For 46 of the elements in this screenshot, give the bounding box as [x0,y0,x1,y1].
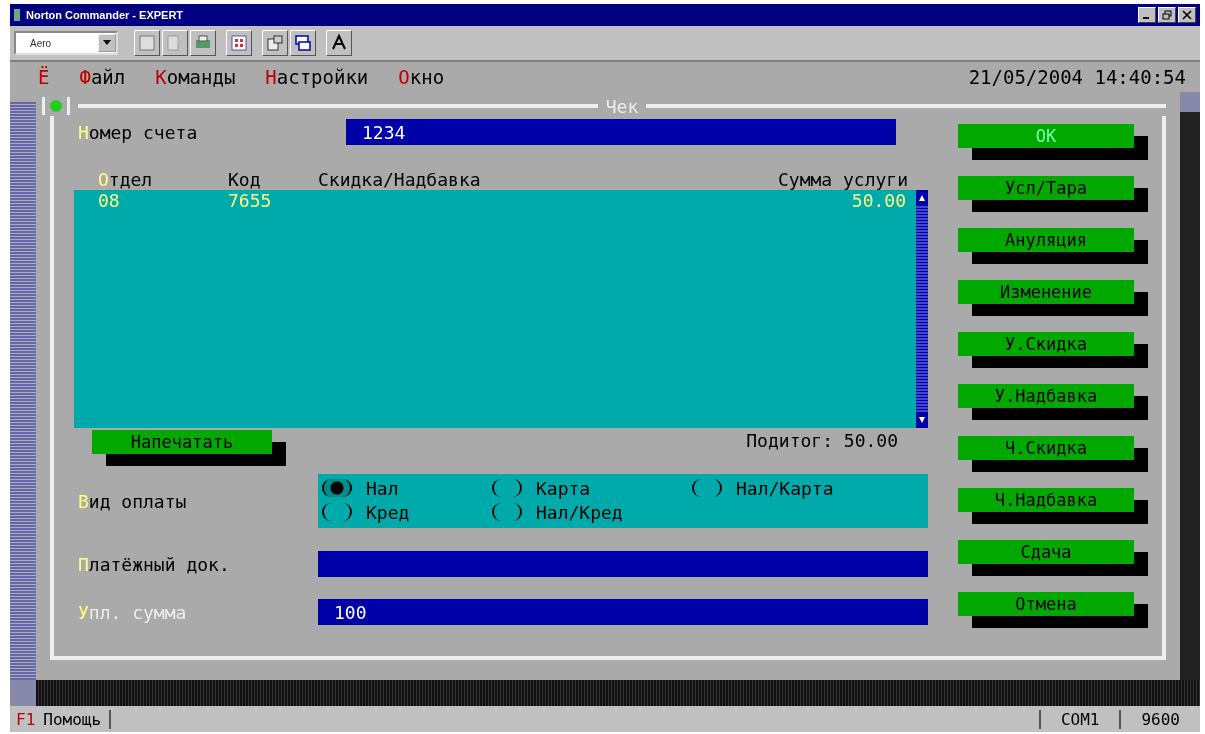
menu-item[interactable]: Файл [79,66,126,88]
minimize-icon[interactable] [1138,7,1156,23]
radio-option[interactable]: Нал/Карта [688,476,914,500]
column-header: Сумма услуги [776,169,908,190]
font-select[interactable]: Aero [14,31,118,55]
restore-icon[interactable] [1158,7,1176,23]
clock: 21/05/2004 14:40:54 [968,66,1186,88]
amount-field[interactable]: 100 [318,599,928,625]
status-item: 9600 [1119,709,1200,729]
document-field[interactable] [318,551,928,577]
radio-option[interactable]: Нал/Кред [488,500,688,524]
menu-item[interactable]: Настройки [265,66,369,88]
column-header: Отдел [98,169,154,190]
dialog-title: Чек [605,95,639,117]
window-icon[interactable] [134,30,160,56]
status-item: COM1 [1038,709,1120,729]
column-header: Код [228,169,262,190]
function-key: F1 [10,709,44,729]
subtotal-text: Подитог: 50.00 [746,430,898,451]
table-cell-text: 08 [98,190,121,212]
font-icon[interactable] [326,30,352,56]
column-header: Скидка/Надбавка [318,169,482,190]
field-label: Номер счета [78,121,199,143]
grid-icon[interactable] [226,30,252,56]
close-icon[interactable] [1178,7,1196,23]
table-cell-text: 50.00 [850,190,906,212]
menu-item[interactable]: Окно [398,66,445,88]
app-icon [14,9,20,21]
field-label: Платёжный док. [78,553,231,575]
scrollbar[interactable] [916,190,928,428]
dropdown-icon[interactable] [98,34,116,52]
radio-option[interactable]: Нал [318,476,488,500]
radio-icon[interactable] [322,479,352,497]
account-field[interactable]: 1234 [346,119,896,145]
window-title: Norton Commander - EXPERT [26,9,185,21]
table-cell-text: 7655 [228,190,273,212]
document-icon[interactable] [162,30,188,56]
field-label: Упл. сумма [78,601,188,623]
radio-option[interactable]: Карта [488,476,688,500]
radio-option[interactable]: Кред [318,500,488,524]
properties-icon[interactable] [262,30,288,56]
cascade-icon[interactable] [290,30,316,56]
menu-item[interactable]: Команды [155,66,236,88]
field-label: Вид оплаты [78,490,188,512]
status-item[interactable]: Помощь [43,709,112,729]
printer-icon[interactable] [190,30,216,56]
